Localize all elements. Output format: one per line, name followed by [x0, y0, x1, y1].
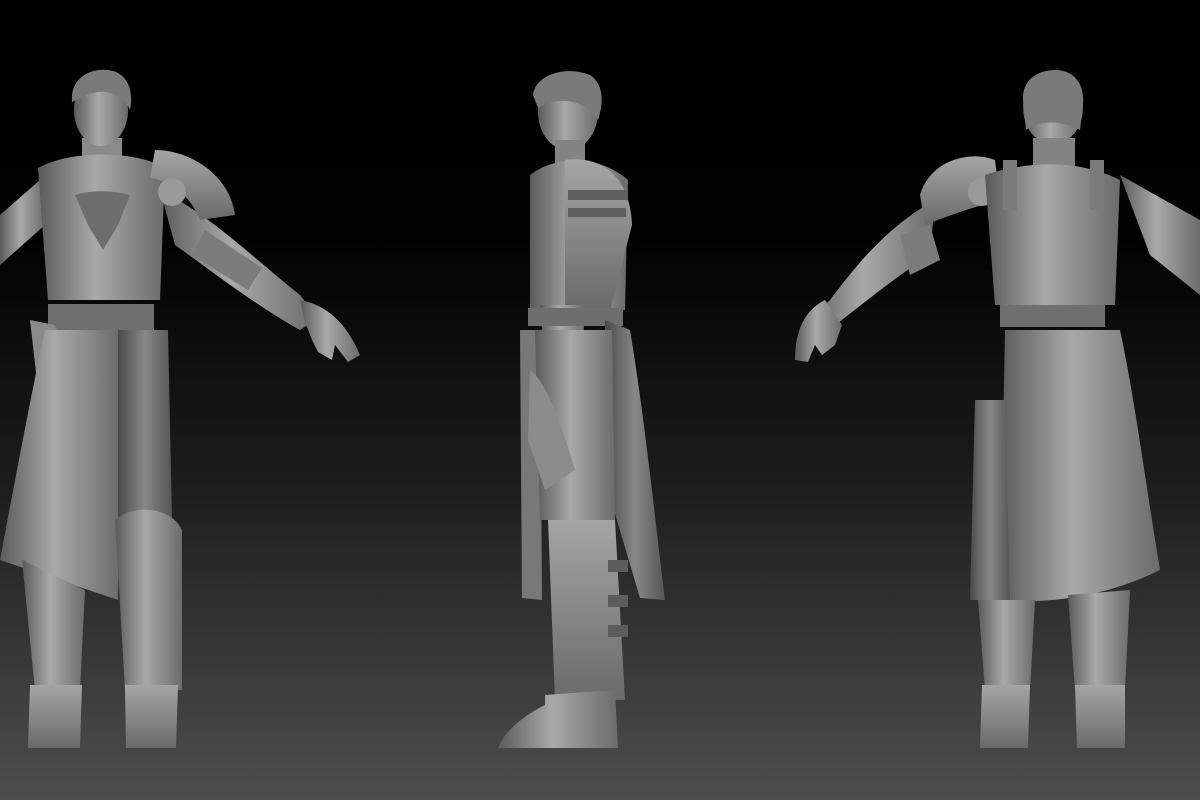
sculpt-viewport	[0, 69, 1200, 748]
front-view-figure	[0, 69, 360, 748]
sculpt-viewport-background	[0, 0, 1200, 800]
back-view-figure	[795, 70, 1200, 748]
side-view-figure	[498, 71, 665, 748]
